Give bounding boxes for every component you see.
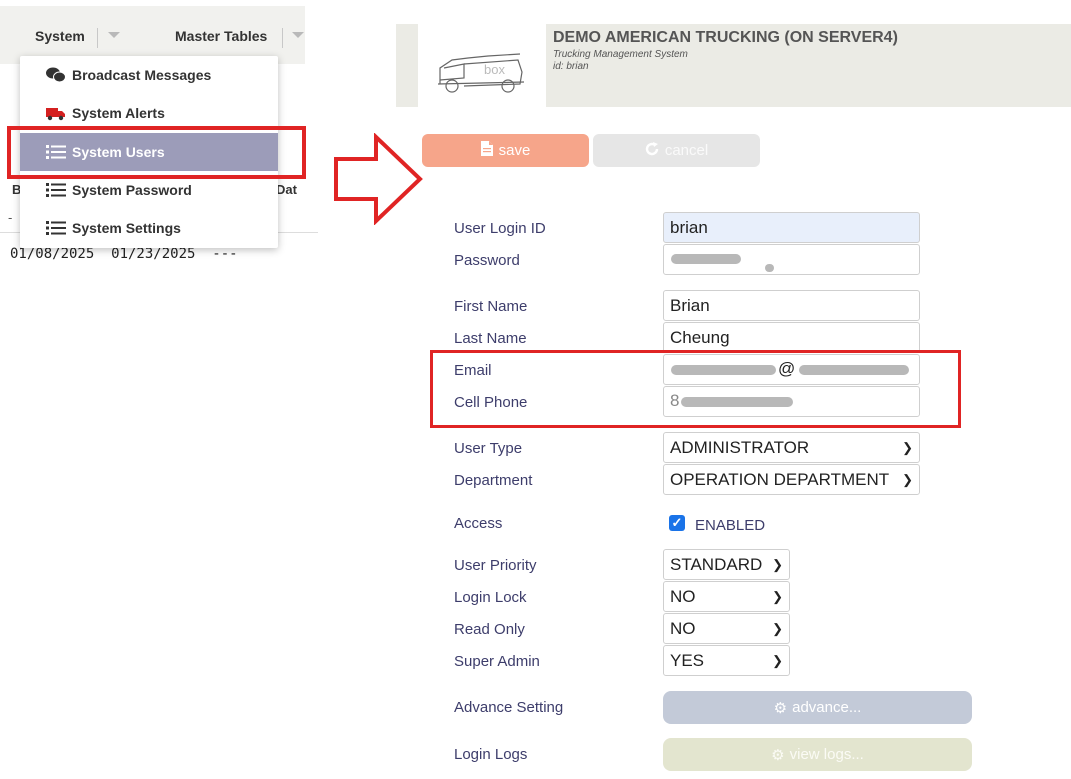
login-id-label: User Login ID xyxy=(454,220,546,237)
department-value: OPERATION DEPARTMENT xyxy=(670,469,890,489)
menu-item-label: System Settings xyxy=(72,220,181,236)
login-logs-label: Login Logs xyxy=(454,746,528,763)
chevron-down-icon: ❯ xyxy=(902,439,913,455)
highlight-box-system-users xyxy=(7,126,306,179)
priority-label: User Priority xyxy=(454,557,537,574)
gear-icon: ⚙ xyxy=(773,699,788,717)
menu-item-label: System Alerts xyxy=(72,105,165,121)
menu-item-label: Broadcast Messages xyxy=(72,67,212,83)
priority-select[interactable]: STANDARD ❯ xyxy=(663,549,790,580)
password-input[interactable] xyxy=(663,244,920,275)
menu-item-broadcast-messages[interactable]: Broadcast Messages xyxy=(20,56,278,94)
menu-item-system-settings[interactable]: System Settings xyxy=(20,209,278,247)
chevron-down-icon[interactable] xyxy=(292,32,304,38)
refresh-icon xyxy=(645,141,659,160)
menu-separator xyxy=(97,28,98,48)
company-logo: box xyxy=(418,24,546,107)
chevron-down-icon[interactable] xyxy=(108,32,120,38)
login-lock-label: Login Lock xyxy=(454,589,527,606)
menu-system[interactable]: System xyxy=(35,28,85,44)
chevron-down-icon: ❯ xyxy=(772,588,783,604)
user-id-text: id: brian xyxy=(553,61,589,72)
table-dash: - xyxy=(8,210,13,225)
super-admin-value: YES xyxy=(670,650,705,670)
company-name: DEMO AMERICAN TRUCKING (ON SERVER4) xyxy=(553,29,898,46)
advance-button-label: advance... xyxy=(792,699,862,716)
redacted-value xyxy=(765,264,774,272)
priority-value: STANDARD xyxy=(670,554,763,574)
chevron-down-icon: ❯ xyxy=(772,652,783,668)
menu-separator xyxy=(282,28,283,48)
read-only-value: NO xyxy=(670,618,696,638)
department-label: Department xyxy=(454,472,533,489)
last-name-input[interactable]: Cheung xyxy=(663,322,920,353)
user-type-value: ADMINISTRATOR xyxy=(670,437,810,457)
menu-item-label: System Password xyxy=(72,182,192,198)
login-lock-value: NO xyxy=(670,586,696,606)
read-only-label: Read Only xyxy=(454,621,525,638)
table-row[interactable]: 01/08/2025 01/23/2025 --- xyxy=(10,246,238,262)
user-type-label: User Type xyxy=(454,440,523,457)
list-icon xyxy=(46,182,66,198)
truck-icon xyxy=(46,105,66,121)
save-button[interactable]: save xyxy=(422,134,589,167)
super-admin-label: Super Admin xyxy=(454,653,540,670)
first-name-label: First Name xyxy=(454,298,528,315)
right-arrow-annotation xyxy=(334,133,423,225)
access-label: Access xyxy=(454,515,503,532)
chat-bubbles-icon xyxy=(46,67,66,83)
svg-text:box: box xyxy=(484,62,505,77)
chevron-down-icon: ❯ xyxy=(772,556,783,572)
header-subtitle: Trucking Management System id: brian xyxy=(553,49,688,73)
login-lock-select[interactable]: NO ❯ xyxy=(663,581,790,612)
chevron-down-icon: ❯ xyxy=(772,620,783,636)
access-checkbox-label[interactable]: ENABLED xyxy=(695,517,765,534)
cancel-label: cancel xyxy=(664,142,709,159)
user-type-select[interactable]: ADMINISTRATOR ❯ xyxy=(663,432,920,463)
gear-icon: ⚙ xyxy=(771,746,785,764)
system-subtitle: Trucking Management System xyxy=(553,49,688,60)
first-name-input[interactable]: Brian xyxy=(663,290,920,321)
advance-button[interactable]: ⚙ advance... xyxy=(663,691,972,724)
chevron-down-icon: ❯ xyxy=(902,471,913,487)
truck-logo-icon: box xyxy=(437,53,525,93)
highlight-box-contact xyxy=(430,350,961,428)
redacted-value xyxy=(671,254,741,264)
column-header-date: Dat xyxy=(276,182,297,197)
read-only-select[interactable]: NO ❯ xyxy=(663,613,790,644)
super-admin-select[interactable]: YES ❯ xyxy=(663,645,790,676)
view-logs-button-label: view logs... xyxy=(789,746,864,763)
view-logs-button[interactable]: ⚙ view logs... xyxy=(663,738,972,771)
save-label: save xyxy=(498,142,531,159)
login-id-input[interactable]: brian xyxy=(663,212,920,243)
cancel-button[interactable]: cancel xyxy=(593,134,760,167)
password-label: Password xyxy=(454,252,520,269)
document-icon xyxy=(480,141,493,160)
access-checkbox[interactable]: ✓ xyxy=(669,515,685,531)
advance-setting-label: Advance Setting xyxy=(454,699,564,716)
last-name-label: Last Name xyxy=(454,330,527,347)
menu-master-tables[interactable]: Master Tables xyxy=(175,28,267,44)
list-icon xyxy=(46,220,66,236)
department-select[interactable]: OPERATION DEPARTMENT ❯ xyxy=(663,464,920,495)
